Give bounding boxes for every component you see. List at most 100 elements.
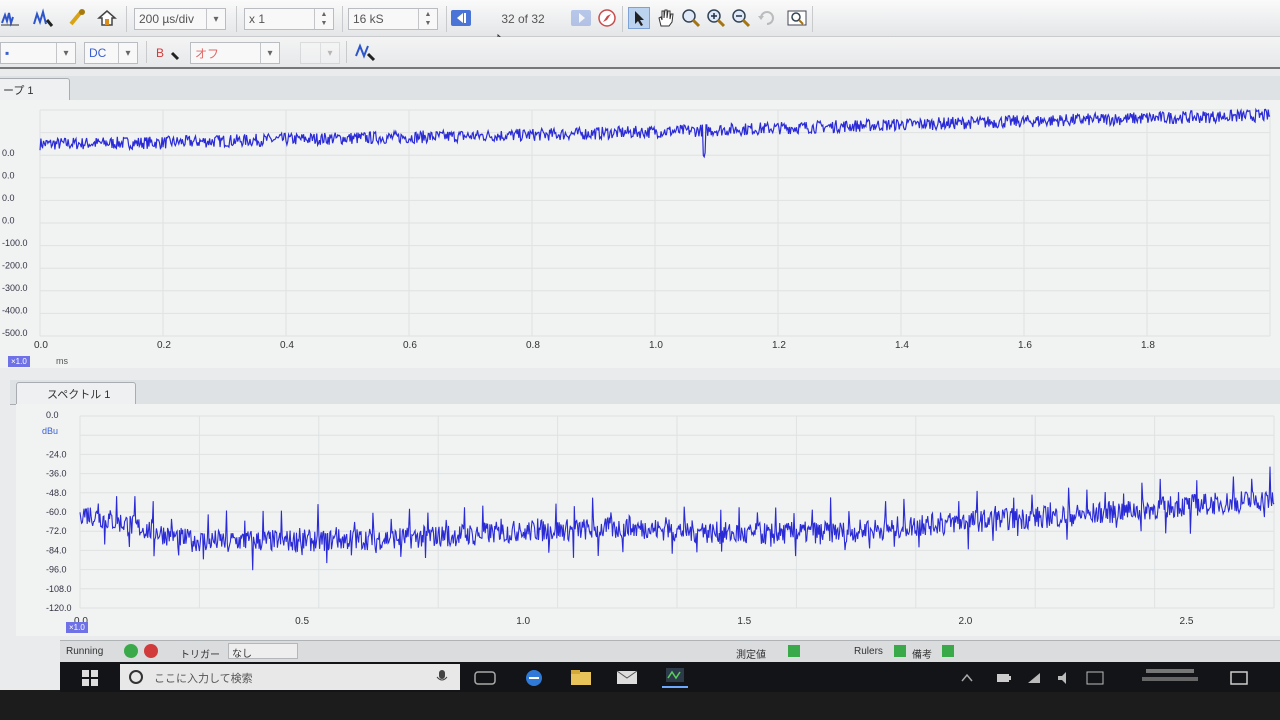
spectrum-y-unit: dBu (42, 426, 59, 436)
scope-x-tick-label: 1.4 (895, 340, 909, 351)
notes-label[interactable]: 備考 (912, 646, 932, 661)
scope-y-tick-label: 0.0 (2, 171, 15, 181)
chevron-down-icon: ▾ (118, 43, 137, 63)
battery-icon[interactable] (996, 672, 1012, 684)
buffer-position-value: 32 of 32 (501, 12, 545, 26)
spectrum-y-tick-label: -84.0 (46, 545, 67, 555)
mail-icon[interactable] (616, 668, 638, 686)
volume-icon[interactable] (1056, 671, 1072, 685)
task-view-icon[interactable] (474, 670, 496, 686)
persistence-mode-icon[interactable] (32, 7, 54, 29)
scope-mode-icon[interactable] (0, 7, 22, 29)
scope-y-tick-label: 0.0 (2, 193, 15, 203)
taskbar-search-placeholder: ここに入力して検索 (154, 673, 253, 685)
notification-center-icon[interactable] (1230, 670, 1248, 686)
coupling-value: DC (89, 46, 107, 60)
network-icon[interactable] (1026, 671, 1042, 685)
spectrum-y-tick-label: -120.0 (46, 603, 72, 613)
taskbar-search-box[interactable]: ここに入力して検索 (120, 664, 460, 690)
spectrum-y-tick-label: -48.0 (46, 488, 67, 498)
rulers-label[interactable]: Rulers (854, 646, 883, 657)
scope-x-tick-label: 0.6 (403, 340, 417, 351)
scope-x-tick-label: 1.0 (649, 340, 663, 351)
chevron-down-icon: ▾ (56, 43, 75, 63)
hand-pan-icon[interactable] (654, 7, 676, 29)
status-bar: Running トリガー なし 測定値 Rulers 備考 (60, 640, 1280, 663)
scope-x-tick-label: 0.4 (280, 340, 294, 351)
chevron-down-icon: ▾ (260, 43, 279, 63)
scope-plot[interactable]: 0.0 0.0 0.0 0.0 -100.0 -200.0 -300.0 -400.0 -500… (0, 100, 1280, 368)
timebase-select[interactable]: 200 µs/div ▾ (134, 8, 226, 30)
spectrum-y-tick-label: -24.0 (46, 449, 67, 459)
home-icon[interactable] (96, 7, 118, 29)
scope-x-tick-label: 0.2 (157, 340, 171, 351)
taskbar-clock[interactable] (1140, 666, 1200, 688)
start-button[interactable] (124, 644, 138, 658)
file-explorer-icon[interactable] (570, 668, 592, 686)
notes-icon[interactable] (942, 645, 954, 657)
channel-b-state-select[interactable]: オフ ▾ (190, 42, 280, 64)
run-state-label: Running (66, 646, 104, 657)
buffer-back-icon[interactable] (450, 7, 472, 29)
buffer-forward-icon[interactable] (570, 7, 592, 29)
scope-unit-badge: ×1.0 (8, 356, 30, 367)
timebase-value: 200 µs/div (139, 12, 194, 26)
spectrum-x-tick-label: 2.0 (958, 616, 972, 627)
chevron-down-icon: ▾ (206, 9, 225, 29)
multiplier-stepper[interactable]: x 1 ▲ ▼ (244, 8, 334, 30)
scope-y-tick-label: -200.0 (2, 261, 28, 271)
spin-arrows-icon: ▲ ▼ (418, 9, 437, 29)
scope-spacer (0, 356, 1, 357)
measurements-label[interactable]: 測定値 (736, 646, 766, 661)
samples-stepper[interactable]: 16 kS ▲ ▼ (348, 8, 438, 30)
channel-options-icon[interactable] (354, 41, 376, 63)
channel-b-label[interactable]: B (156, 45, 164, 61)
scope-x-tick-label: 1.8 (1141, 340, 1155, 351)
rulers-icon[interactable] (894, 645, 906, 657)
scope-tab-label: ープ 1 (3, 84, 34, 97)
channel-a-range-select[interactable]: ▪ ▾ (0, 42, 76, 64)
zoom-icon[interactable] (680, 7, 702, 29)
spectrum-plot[interactable]: -24.0 -36.0 -48.0 -60.0 -72.0 -84.0 -96.0 -108.… (16, 404, 1280, 636)
spectrum-y-top: 0.0 (46, 410, 59, 420)
picoscope-taskbar-icon[interactable] (662, 666, 688, 688)
zoom-overview-icon[interactable] (786, 7, 808, 29)
spectrum-x-tick-label: 1.5 (737, 616, 751, 627)
edge-browser-icon[interactable] (524, 668, 544, 688)
tab-scope[interactable]: ープ 1 (0, 78, 70, 100)
channel-b-coupling-select[interactable]: ▾ (300, 42, 340, 64)
channel-b-state-value: オフ (195, 46, 220, 61)
coupling-select[interactable]: DC ▾ (84, 42, 138, 64)
tools-icon[interactable] (66, 7, 88, 29)
tab-spectrum[interactable]: スペクトル 1 (16, 382, 136, 404)
samples-value: 16 kS (353, 12, 384, 26)
add-measurement-icon[interactable] (788, 645, 800, 657)
input-method-icon[interactable] (1086, 671, 1104, 685)
zoom-in-icon[interactable] (705, 7, 727, 29)
tray-chevron-icon[interactable] (960, 672, 974, 684)
scope-x-tick-label: 0.0 (34, 340, 48, 351)
spectrum-y-tick-label: -108.0 (46, 584, 72, 594)
spectrum-y-tick-label: -60.0 (46, 507, 67, 517)
chevron-down-icon: ▾ (320, 43, 339, 63)
scope-x-tick-label: 0.8 (526, 340, 540, 351)
scope-x-tick-label: 1.6 (1018, 340, 1032, 351)
zoom-out-icon[interactable] (730, 7, 752, 29)
pointer-tool-icon[interactable] (628, 7, 650, 29)
scope-x-tick-label: 1.2 (772, 340, 786, 351)
spectrum-y-tick-label: -96.0 (46, 565, 67, 575)
scope-y-tick-label: -400.0 (2, 306, 28, 316)
stop-button[interactable] (144, 644, 158, 658)
trigger-label: トリガー (180, 650, 220, 661)
scope-y-tick-label: -500.0 (2, 328, 28, 338)
spectrum-y-tick-label: -72.0 (46, 526, 67, 536)
undo-zoom-icon[interactable] (756, 7, 778, 29)
spectrum-unit-badge: ×1.0 (66, 622, 88, 633)
trigger-select[interactable]: なし (228, 643, 298, 660)
compass-icon[interactable] (596, 7, 618, 29)
windows-start-icon[interactable] (82, 670, 98, 686)
buffer-position-display: 32 of 32 (478, 8, 568, 30)
spectrum-x-tick-label: 2.5 (1180, 616, 1194, 627)
scope-y-tick-label: 0.0 (2, 148, 15, 158)
scope-y-tick-label: -100.0 (2, 238, 28, 248)
